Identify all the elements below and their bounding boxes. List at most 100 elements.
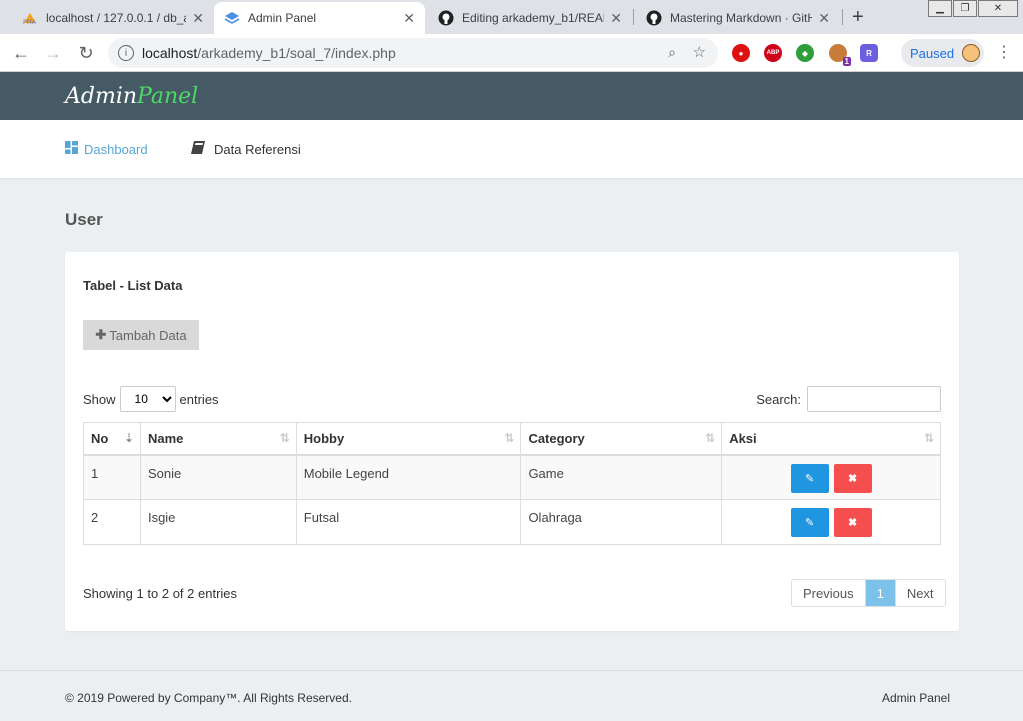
adblock-label: ABP — [766, 50, 780, 56]
pagination-page-1[interactable]: 1 — [865, 580, 896, 606]
info-from: 1 — [136, 586, 144, 601]
dashboard-icon — [65, 141, 78, 157]
tab-title: Editing arkademy_b1/README — [462, 11, 604, 25]
new-tab-button[interactable]: + — [852, 6, 864, 29]
minimize-button[interactable]: ▁ — [928, 0, 952, 17]
r-extension-label: R — [866, 48, 872, 58]
close-icon[interactable]: ✕ — [610, 10, 622, 27]
pagination-previous[interactable]: Previous — [792, 580, 866, 606]
r-extension-icon[interactable]: R — [860, 44, 878, 62]
nav-dashboard[interactable]: Dashboard — [65, 141, 148, 157]
layers-icon — [224, 10, 240, 26]
star-icon[interactable]: ☆ — [693, 43, 706, 61]
stop-extension-icon[interactable]: ● — [732, 44, 750, 62]
cell-actions: ✎ ✖ — [721, 454, 941, 500]
row-actions: ✎ ✖ — [729, 463, 933, 493]
sort-asc-icon: ⇣ — [123, 431, 134, 445]
info-prefix: Showing — [83, 586, 133, 601]
monkey-extension-icon[interactable]: 1 — [829, 44, 851, 66]
cell-actions: ✎ ✖ — [721, 499, 941, 545]
column-header-hobby[interactable]: Hobby ⇅ — [295, 422, 522, 456]
column-header-category[interactable]: Category ⇅ — [520, 422, 723, 456]
cell-name: Sonie — [139, 454, 297, 500]
delete-icon: ✖ — [847, 472, 858, 485]
sort-icon: ⇅ — [279, 431, 290, 445]
edit-icon: ✎ — [804, 472, 815, 485]
row-actions: ✎ ✖ — [729, 508, 933, 537]
search-input[interactable] — [807, 386, 941, 412]
footer-brand: Admin Panel — [881, 691, 950, 705]
url-path: /arkademy_b1/soal_7/index.php — [197, 45, 396, 61]
entries-length-control: Show 10 entries — [83, 386, 219, 412]
pagination: Previous 1 Next — [791, 579, 946, 607]
browser-tab-phpmyadmin[interactable]: PMA localhost / 127.0.0.1 / db_ark ✕ — [12, 2, 214, 34]
nav-data-referensi[interactable]: Data Referensi — [191, 141, 301, 157]
book-icon — [191, 141, 205, 157]
list-data-card: Tabel - List Data ✚ Tambah Data Show 10 e… — [65, 252, 959, 631]
tab-title: Admin Panel — [248, 11, 317, 25]
browser-toolbar: ← → ↻ i localhost/arkademy_b1/soal_7/ind… — [0, 34, 1023, 72]
info-icon[interactable]: i — [118, 45, 134, 61]
close-icon[interactable]: ✕ — [403, 10, 415, 27]
globe-extension-icon[interactable]: ◆ — [796, 44, 814, 62]
close-icon[interactable]: ✕ — [192, 10, 204, 27]
column-label: Aksi — [729, 430, 757, 446]
browser-tab-github-editing[interactable]: Editing arkademy_b1/README ✕ — [428, 2, 632, 34]
column-header-no[interactable]: No ⇣ — [83, 422, 141, 456]
browser-tabbar: PMA localhost / 127.0.0.1 / db_ark ✕ Adm… — [0, 0, 1023, 34]
github-icon — [438, 10, 454, 26]
plus-icon: ✚ — [95, 327, 107, 342]
column-label: Hobby — [303, 430, 345, 446]
sort-icon: ⇅ — [705, 431, 716, 445]
close-icon[interactable]: ✕ — [818, 10, 830, 27]
cell-category: Olahraga — [520, 499, 723, 545]
column-header-aksi[interactable]: Aksi ⇅ — [721, 422, 941, 456]
svg-text:PMA: PMA — [23, 19, 37, 25]
column-header-name[interactable]: Name ⇅ — [139, 422, 297, 456]
cell-category: Game — [520, 454, 723, 500]
phpmyadmin-icon: PMA — [22, 10, 38, 26]
table-search: Search: — [756, 386, 941, 412]
main-nav: Dashboard Data Referensi — [0, 120, 1023, 178]
edit-icon: ✎ — [804, 517, 815, 529]
browser-menu-icon[interactable]: ⋮ — [996, 42, 1012, 62]
table-header-row: No ⇣ Name ⇅ Hobby ⇅ Category ⇅ Aksi ⇅ — [83, 422, 941, 456]
app-header: AdminPanel — [0, 72, 1023, 120]
edit-button[interactable]: ✎ — [790, 508, 829, 537]
pagination-next[interactable]: Next — [896, 580, 945, 606]
add-data-label: Tambah Data — [109, 327, 187, 343]
delete-button[interactable]: ✖ — [833, 508, 872, 537]
sort-icon: ⇅ — [504, 431, 515, 445]
adblock-icon[interactable]: ABP — [764, 44, 782, 62]
app-logo[interactable]: AdminPanel — [65, 84, 198, 109]
logo-main: Admin — [65, 84, 138, 109]
edit-button[interactable]: ✎ — [790, 463, 829, 493]
footer: © 2019 Powered by Company™. All Rights R… — [0, 670, 1023, 721]
browser-tab-github-markdown[interactable]: Mastering Markdown · GitHub ✕ — [636, 2, 840, 34]
zoom-icon[interactable]: ⌕ — [668, 44, 676, 61]
address-bar[interactable]: i localhost/arkademy_b1/soal_7/index.php… — [108, 38, 718, 68]
footer-copyright: © 2019 Powered by Company™. All Rights R… — [65, 691, 352, 705]
entries-label: entries — [179, 391, 219, 407]
column-label: Name — [147, 430, 184, 446]
page-title: User — [65, 210, 103, 229]
sort-icon: ⇅ — [923, 431, 934, 445]
url-host: localhost — [142, 45, 198, 61]
cell-no: 2 — [83, 499, 141, 545]
maximize-button[interactable]: ❐ — [953, 0, 977, 17]
forward-button[interactable]: → — [42, 42, 64, 64]
reload-button[interactable]: ↻ — [75, 42, 97, 64]
back-button[interactable]: ← — [10, 42, 32, 64]
table-info: Showing 1 to 2 of 2 entries — [83, 586, 237, 601]
entries-length-select[interactable]: 10 — [119, 386, 176, 412]
table-row: 2 Isgie Futsal Olahraga ✎ ✖ — [83, 499, 941, 545]
cell-no: 1 — [83, 454, 141, 500]
close-window-button[interactable]: ✕ — [978, 0, 1018, 17]
add-data-button[interactable]: ✚ Tambah Data — [83, 320, 199, 350]
info-to-word: to — [147, 586, 159, 601]
delete-button[interactable]: ✖ — [833, 463, 872, 493]
table-row: 1 Sonie Mobile Legend Game ✎ ✖ — [83, 454, 941, 500]
profile-button[interactable]: Paused — [901, 39, 984, 67]
browser-tab-admin-panel[interactable]: Admin Panel ✕ — [214, 2, 425, 34]
column-label: No — [91, 430, 109, 446]
